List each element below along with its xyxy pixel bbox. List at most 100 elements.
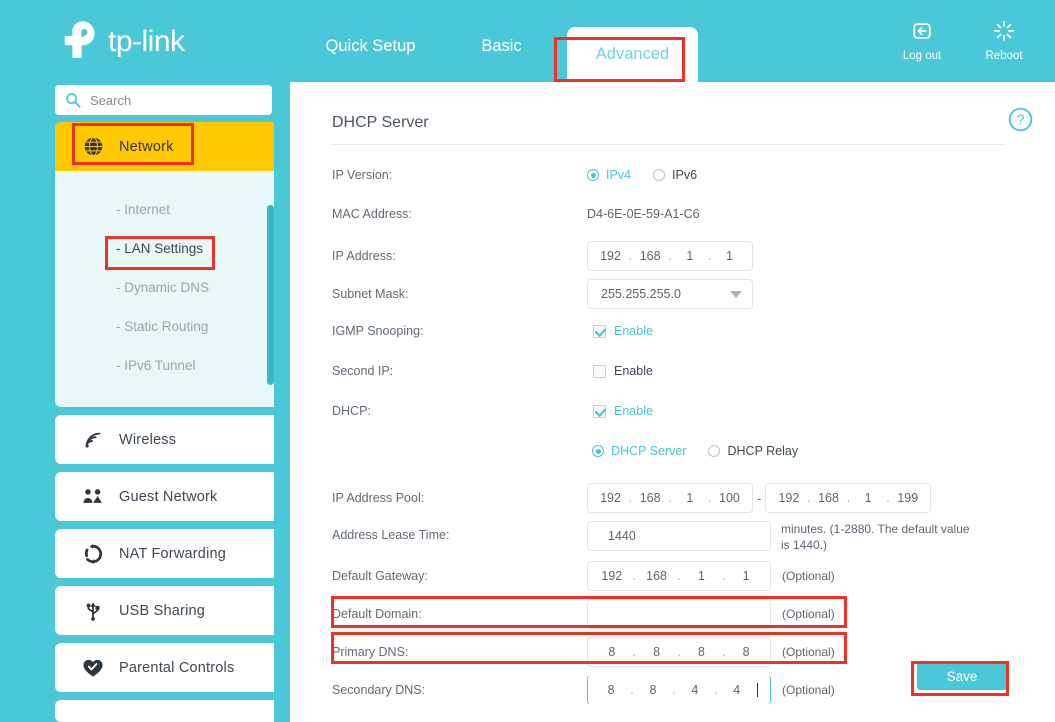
sidebar-item-label: Network [119, 138, 174, 155]
checkbox-label: Enable [614, 404, 653, 418]
users-icon [81, 485, 105, 509]
row-subnet-mask: Subnet Mask: 255.255.255.0 [332, 279, 1032, 309]
ip-address-field[interactable]: 192. 168. 1. 1 [587, 241, 753, 271]
page-title: DHCP Server [332, 114, 429, 131]
octet-1[interactable]: 8 [601, 645, 623, 659]
octet-3[interactable]: 1 [857, 491, 879, 505]
label-subnet-mask: Subnet Mask: [332, 287, 409, 301]
tp-link-logo: tp-link [52, 16, 232, 64]
sidebar-subitem-internet[interactable]: - Internet [55, 194, 274, 224]
dot-separator: . [721, 569, 726, 584]
sidebar-item-nat-forwarding[interactable]: NAT Forwarding [55, 529, 274, 578]
row-ip-address-pool: IP Address Pool: 192. 168. 1. 100 - 192.… [332, 483, 1032, 513]
ip-pool-end-field[interactable]: 192. 168. 1. 199 [765, 483, 932, 513]
ip-pool-start-field[interactable]: 192. 168. 1. 100 [587, 483, 753, 513]
reboot-button[interactable]: Reboot [981, 20, 1027, 62]
octet-1[interactable]: 192 [601, 569, 623, 583]
reboot-icon [993, 20, 1015, 47]
search-input[interactable] [90, 92, 250, 108]
row-second-ip: Second IP: Enable [332, 358, 1032, 384]
checkbox-label: Enable [614, 324, 653, 338]
octet-3[interactable]: 4 [684, 683, 706, 697]
top-actions: Log out Reboot [899, 20, 1027, 62]
checkbox-second-ip[interactable]: Enable [593, 364, 653, 378]
row-default-domain: Default Domain: (Optional) [332, 599, 1032, 630]
primary-dns-field[interactable]: 8. 8. 8. 8 [587, 637, 771, 668]
subnet-mask-select[interactable]: 255.255.255.0 [587, 279, 753, 309]
tab-advanced[interactable]: Advanced [567, 27, 698, 82]
octet-2[interactable]: 168 [639, 249, 661, 263]
default-domain-input[interactable] [587, 599, 771, 630]
title-divider [332, 144, 1004, 145]
sidebar-scrollbar-thumb[interactable] [267, 205, 274, 385]
octet-2[interactable]: 8 [646, 645, 668, 659]
radio-ipv6[interactable]: IPv6 [653, 168, 697, 182]
sidebar-item-partial[interactable] [55, 700, 274, 722]
octet-1[interactable]: 192 [778, 491, 800, 505]
octet-2[interactable]: 8 [642, 683, 664, 697]
octet-1[interactable]: 192 [600, 491, 622, 505]
dot-separator: . [628, 249, 633, 263]
sidebar-subitem-ipv6-tunnel[interactable]: - IPv6 Tunnel [55, 350, 274, 380]
octet-3[interactable]: 1 [679, 249, 701, 263]
octet-1[interactable]: 8 [600, 683, 622, 697]
sidebar-item-network[interactable]: Network [55, 122, 274, 171]
octet-4[interactable]: 8 [735, 645, 757, 659]
checkbox-box [593, 364, 606, 378]
row-dhcp: DHCP: Enable [332, 398, 1032, 424]
label-ip-address: IP Address: [332, 249, 396, 263]
logout-button[interactable]: Log out [899, 20, 945, 62]
octet-2[interactable]: 168 [639, 491, 661, 505]
sidebar-item-parental-controls[interactable]: Parental Controls [55, 643, 274, 692]
octet-4[interactable]: 1 [718, 249, 740, 263]
radio-dhcp-server[interactable]: DHCP Server [592, 444, 686, 458]
octet-4[interactable]: 4 [726, 683, 748, 697]
tab-quick-setup[interactable]: Quick Setup [305, 37, 436, 82]
octet-4[interactable]: 100 [718, 491, 740, 505]
octet-4[interactable]: 199 [897, 491, 919, 505]
row-address-lease-time: Address Lease Time: 1440 minutes. (1-288… [332, 521, 1032, 553]
default-gateway-field[interactable]: 192. 168. 1. 1 [587, 561, 771, 592]
text-caret [756, 683, 758, 698]
octet-4[interactable]: 1 [735, 569, 757, 583]
heart-icon [81, 656, 105, 680]
row-mac-address: MAC Address: D4-6E-0E-59-A1-C6 [332, 201, 1032, 227]
checkbox-igmp-snooping[interactable]: Enable [593, 324, 653, 338]
radio-dot [653, 169, 666, 181]
sidebar-submenu-network: - Internet - LAN Settings - Dynamic DNS … [55, 171, 274, 407]
save-button[interactable]: Save [917, 662, 1007, 690]
pool-range-separator: - [757, 490, 762, 506]
octet-2[interactable]: 168 [646, 569, 668, 583]
octet-3[interactable]: 1 [690, 569, 712, 583]
router-admin-page: tp-link Search Network - Internet - LAN … [0, 0, 1055, 722]
octet-3[interactable]: 1 [679, 491, 701, 505]
dot-separator: . [668, 249, 672, 263]
default-gateway-optional-note: (Optional) [782, 569, 835, 584]
dhcp-form: IP Version: IPv4 IPv6 MAC Address: D4-6E… [332, 162, 1032, 713]
radio-ipv4[interactable]: IPv4 [587, 168, 631, 182]
sidebar-subitem-lan-settings[interactable]: - LAN Settings [55, 233, 274, 263]
label-second-ip: Second IP: [332, 364, 394, 378]
sidebar-subitem-dynamic-dns[interactable]: - Dynamic DNS [55, 272, 274, 302]
octet-2[interactable]: 168 [818, 491, 840, 505]
address-lease-time-input[interactable]: 1440 [587, 521, 771, 551]
search-box[interactable] [55, 85, 272, 115]
radio-dhcp-relay[interactable]: DHCP Relay [708, 444, 798, 458]
label-igmp-snooping: IGMP Snooping: [332, 324, 424, 338]
octet-1[interactable]: 192 [600, 249, 622, 263]
sidebar-item-usb-sharing[interactable]: USB Sharing [55, 586, 274, 635]
sidebar-item-guest-network[interactable]: Guest Network [55, 472, 274, 521]
label-default-domain: Default Domain: [332, 607, 422, 622]
sidebar-subitem-static-routing[interactable]: - Static Routing [55, 311, 274, 341]
main-panel: DHCP Server ? IP Version: IPv4 IPv6 MAC … [290, 82, 1055, 722]
reboot-label: Reboot [985, 50, 1023, 62]
dot-separator: . [632, 645, 636, 660]
checkbox-dhcp[interactable]: Enable [593, 404, 653, 418]
sidebar-item-wireless[interactable]: Wireless [55, 415, 274, 464]
tab-basic[interactable]: Basic [436, 37, 567, 82]
radio-dot [708, 445, 721, 457]
top-bar: Quick Setup Basic Advanced Log out Reboo… [290, 0, 1055, 82]
help-circle-icon[interactable]: ? [1008, 107, 1033, 137]
octet-3[interactable]: 8 [690, 645, 712, 659]
secondary-dns-field[interactable]: 8. 8. 4. 4 [587, 675, 771, 706]
